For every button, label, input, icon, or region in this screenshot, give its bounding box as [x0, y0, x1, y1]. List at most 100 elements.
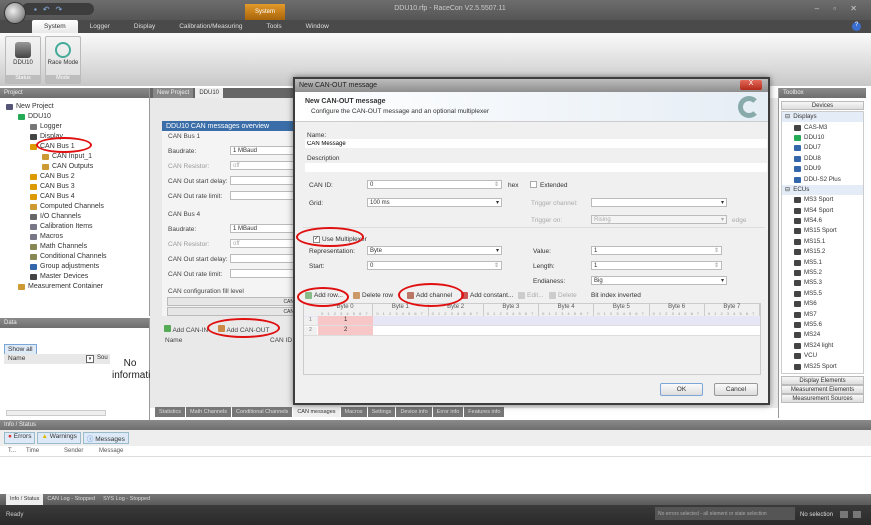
measurement-elements-button[interactable]: Measurement Elements — [781, 385, 864, 394]
toolbox-item[interactable]: MS15.1 — [782, 237, 863, 247]
filter-dropdown[interactable]: No errors selected - all element or stat… — [655, 507, 795, 520]
application-menu-button[interactable] — [4, 2, 26, 24]
tree-item[interactable]: Calibration Items — [6, 222, 149, 232]
baudrate-select[interactable]: 1 MBaud — [230, 146, 295, 155]
tree-item[interactable]: CAN Bus 4 — [6, 192, 149, 202]
length-input[interactable]: 1 — [591, 261, 722, 270]
resistor-field[interactable]: off — [230, 239, 295, 248]
tree-item[interactable]: Conditional Channels — [6, 252, 149, 262]
resistor-field[interactable]: off — [230, 161, 295, 170]
tab-display[interactable]: Display — [122, 20, 167, 33]
toolbox-item[interactable]: MS24 light — [782, 341, 863, 351]
tree-item[interactable]: Computed Channels — [6, 202, 149, 212]
tree-item[interactable]: CAN Outputs — [6, 162, 149, 172]
toolbox-item[interactable]: MS5.5 — [782, 289, 863, 299]
tab-window[interactable]: Window — [294, 20, 341, 33]
tab-calibration-measuring[interactable]: Calibration/Measuring — [167, 20, 254, 33]
toolbox-item[interactable]: VCU — [782, 351, 863, 361]
tree-item[interactable]: CAN Bus 2 — [6, 172, 149, 182]
edit-button[interactable]: Edit... — [518, 292, 544, 299]
bottom-tab[interactable]: Features info — [464, 407, 505, 417]
column-time[interactable]: Time — [26, 448, 64, 454]
toolbox-item[interactable]: MS5.6 — [782, 320, 863, 330]
tree-item[interactable]: Math Channels — [6, 242, 149, 252]
doc-tab-new-project[interactable]: New Project — [153, 88, 194, 98]
layout-icon[interactable] — [840, 511, 848, 518]
toolbox-item[interactable]: MS6 — [782, 299, 863, 309]
toolbox-item[interactable]: MS5.2 — [782, 268, 863, 278]
tree-item[interactable]: I/O Channels — [6, 212, 149, 222]
tree-item[interactable]: CAN Bus 1 — [6, 142, 149, 152]
tree-item[interactable]: DDU10 — [6, 112, 149, 122]
column-can-id[interactable]: CAN ID — [270, 337, 292, 344]
toolbox-item[interactable]: PDU — [782, 372, 863, 374]
grid-row[interactable]: 11 — [304, 316, 760, 326]
bottom-tab[interactable]: Macros — [340, 407, 367, 417]
bottom-tab[interactable]: Statistics — [155, 407, 186, 417]
layout-icon[interactable] — [853, 511, 861, 518]
collapse-icon[interactable]: ⊟ — [785, 112, 790, 122]
tab-logger[interactable]: Logger — [78, 20, 122, 33]
toolbox-category[interactable]: ⊟ Displays — [782, 112, 863, 123]
devices-button[interactable]: Devices — [781, 101, 864, 110]
tree-item[interactable]: Display — [6, 132, 149, 142]
rate-limit-field[interactable] — [230, 191, 295, 200]
add-channel-button[interactable]: Add channel — [407, 292, 452, 299]
column-name[interactable]: Name — [4, 354, 110, 364]
name-input[interactable] — [305, 139, 767, 148]
help-icon[interactable]: ? — [852, 22, 861, 31]
column-name[interactable]: Name — [165, 337, 182, 344]
column-message[interactable]: Message — [99, 448, 123, 454]
column-source[interactable]: Sou — [97, 355, 108, 361]
add-can-in-button[interactable]: Add CAN-IN — [164, 325, 208, 334]
start-delay-field[interactable] — [230, 254, 295, 263]
bottom-tab[interactable]: CAN messages — [293, 407, 340, 417]
tree-item[interactable]: CAN Input_1 — [6, 152, 149, 162]
add-row-button[interactable]: Add row... — [305, 292, 343, 299]
tree-item[interactable]: Master Devices — [6, 272, 149, 282]
bottom-tab[interactable]: Conditional Channels — [232, 407, 293, 417]
warnings-tab[interactable]: ▲ Warnings — [37, 432, 81, 444]
use-multiplexer-checkbox[interactable]: ✓ — [313, 236, 320, 243]
toolbox-item[interactable]: MS7 — [782, 309, 863, 319]
toolbox-item[interactable]: MS4.6 — [782, 216, 863, 226]
redo-icon[interactable]: ↷ — [56, 5, 63, 14]
grid-select[interactable]: 100 ms — [367, 198, 502, 207]
add-can-out-button[interactable]: Add CAN-OUT — [218, 325, 269, 334]
close-button[interactable]: X — [740, 80, 762, 90]
tab-info-status[interactable]: Info / Status — [6, 494, 44, 505]
toolbox-item[interactable]: DDU10 — [782, 133, 863, 143]
toolbox-item[interactable]: MS3 Sport — [782, 195, 863, 205]
description-input[interactable] — [305, 163, 767, 172]
toolbox-item[interactable]: MS15 Sport — [782, 226, 863, 236]
tree-item[interactable]: New Project — [6, 102, 149, 112]
baudrate-select[interactable]: 1 MBaud — [230, 224, 295, 233]
grid-row[interactable]: 22 — [304, 326, 760, 336]
bottom-tab[interactable]: Settings — [367, 407, 396, 417]
can-id-input[interactable]: 0 — [367, 180, 502, 189]
start-input[interactable]: 0 — [367, 261, 502, 270]
window-controls[interactable]: – ▫ ✕ — [815, 4, 863, 13]
tree-item[interactable]: Logger — [6, 122, 149, 132]
bit-index-inverted-toggle[interactable]: Bit index inverted — [591, 292, 641, 299]
save-icon[interactable]: ▪ — [34, 5, 37, 14]
toolbox-item[interactable]: MS5.3 — [782, 278, 863, 288]
tree-item[interactable]: Measurement Container — [6, 282, 149, 292]
start-delay-field[interactable] — [230, 176, 295, 185]
tree-item[interactable]: CAN Bus 3 — [6, 182, 149, 192]
messages-tab[interactable]: ⓘ Messages — [82, 432, 129, 444]
trigger-channel-select[interactable] — [591, 198, 727, 207]
toolbox-item[interactable]: DDU7 — [782, 143, 863, 153]
tab-can-log[interactable]: CAN Log - Stopped — [43, 494, 99, 505]
toolbox-item[interactable]: MS5.1 — [782, 257, 863, 267]
toolbox-item[interactable]: DDU-S2 Plus — [782, 174, 863, 184]
extended-checkbox[interactable] — [530, 181, 537, 188]
tab-tools[interactable]: Tools — [254, 20, 293, 33]
toolbox-item[interactable]: MS4 Sport — [782, 206, 863, 216]
rate-limit-field[interactable] — [230, 269, 295, 278]
measurement-sources-button[interactable]: Measurement Sources — [781, 394, 864, 403]
toolbox-item[interactable]: MS15.2 — [782, 247, 863, 257]
contextual-tab-system[interactable]: System — [245, 4, 285, 20]
bottom-tab[interactable]: Device info — [396, 407, 432, 417]
byte-cell[interactable]: 2 — [318, 326, 374, 335]
